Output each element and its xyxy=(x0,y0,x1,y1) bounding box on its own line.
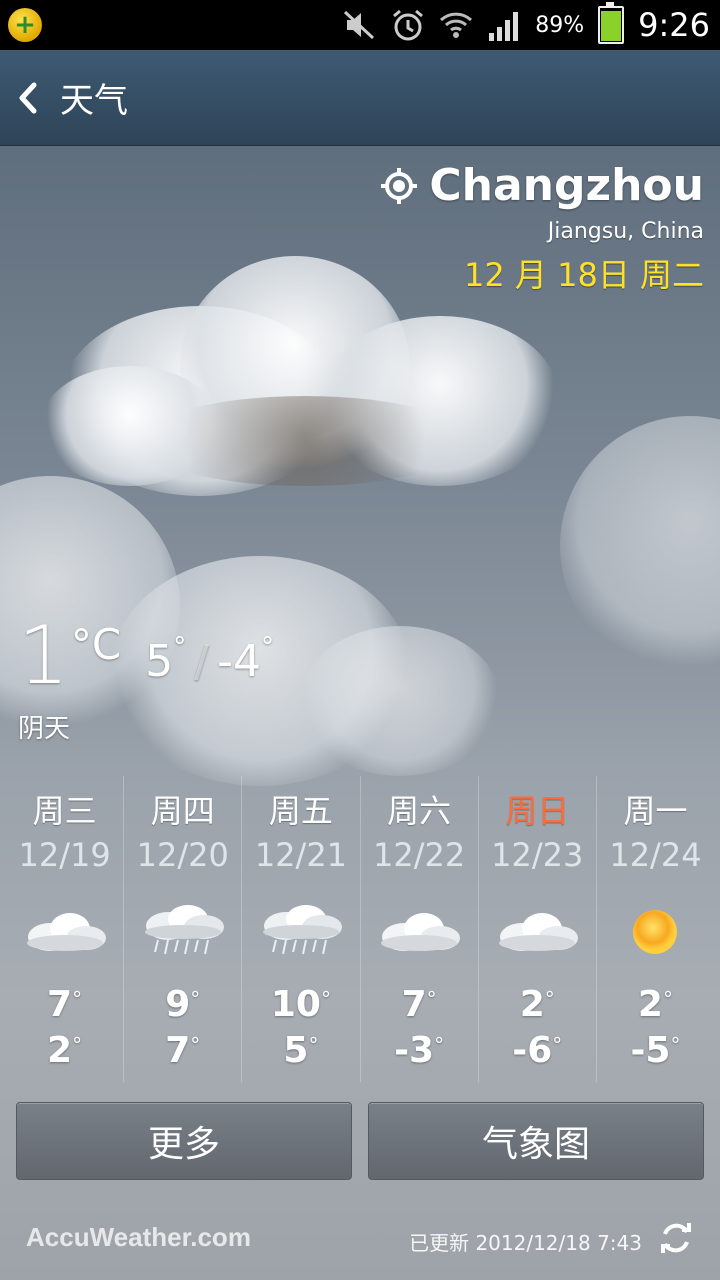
last-updated: 已更新 2012/12/18 7:43 xyxy=(409,1231,642,1255)
today-high: 5 xyxy=(145,636,174,687)
cloudy-icon xyxy=(479,882,596,982)
forecast-date: 12/20 xyxy=(136,836,229,874)
forecast-date: 12/21 xyxy=(254,836,348,874)
status-time: 9:26 xyxy=(638,6,710,44)
current-date: 12 月 18日 周二 xyxy=(464,256,704,294)
region-name: Jiangsu, China xyxy=(547,219,704,244)
forecast-high: 10° xyxy=(270,984,331,1025)
forecast-day[interactable]: 周四 12/20 9° 7° xyxy=(124,776,243,1082)
status-indicators: 89% 9:26 xyxy=(343,0,710,50)
location-block: Changzhou Jiangsu, China 12 月 18日 周二 xyxy=(379,160,704,296)
sun-icon xyxy=(597,882,714,982)
temperature-unit: °C xyxy=(70,620,122,669)
forecast-low: -5° xyxy=(630,1030,681,1071)
title-bar: 天气 xyxy=(0,50,720,146)
weather-condition: 阴天 xyxy=(18,714,71,744)
forecast-low: 7° xyxy=(165,1030,201,1071)
mute-icon xyxy=(344,10,375,40)
today-low: -4 xyxy=(217,636,261,687)
forecast-day[interactable]: 周三 12/19 7° 2° xyxy=(6,776,125,1082)
battery-icon xyxy=(598,2,625,44)
forecast-high: 2° xyxy=(519,984,555,1025)
app-notification-icon: + xyxy=(8,8,42,42)
forecast-day-name: 周三 xyxy=(32,792,97,830)
weather-background: Changzhou Jiangsu, China 12 月 18日 周二 1 °… xyxy=(0,146,720,1280)
city-name: Changzhou xyxy=(429,160,704,211)
weather-chart-button[interactable]: 气象图 xyxy=(368,1102,704,1180)
forecast-high: 7° xyxy=(47,984,83,1025)
back-arrow-icon[interactable] xyxy=(16,78,46,118)
forecast-high: 9° xyxy=(165,984,201,1025)
forecast-low: -6° xyxy=(512,1030,563,1071)
forecast-date: 12/19 xyxy=(18,836,111,874)
forecast-day-name: 周四 xyxy=(150,792,215,830)
current-weather: 1 °C 5 ° / -4 ° 阴天 xyxy=(18,616,274,745)
forecast-day[interactable]: 周日 12/23 2° -6° xyxy=(479,776,597,1082)
cloudy-icon xyxy=(361,882,478,982)
forecast-day-name: 周一 xyxy=(623,792,688,830)
accuweather-logo[interactable]: AccuWeather.com xyxy=(26,1222,251,1253)
rain-icon xyxy=(242,882,359,982)
signal-icon xyxy=(489,12,519,41)
more-button[interactable]: 更多 xyxy=(16,1102,352,1180)
forecast-day[interactable]: 周五 12/21 10° 5° xyxy=(242,776,361,1082)
forecast-day-name: 周六 xyxy=(387,792,452,830)
forecast-day-name: 周日 xyxy=(505,792,570,830)
footer: AccuWeather.com 已更新 2012/12/18 7:43 xyxy=(0,1214,720,1264)
forecast-low: 5° xyxy=(283,1030,319,1071)
forecast-low: -3° xyxy=(394,1030,445,1071)
forecast-low: 2° xyxy=(47,1030,83,1071)
wifi-icon xyxy=(440,12,473,38)
forecast-high: 2° xyxy=(637,984,673,1025)
refresh-icon[interactable] xyxy=(658,1220,694,1256)
forecast-date: 12/24 xyxy=(609,836,702,874)
alarm-icon xyxy=(393,9,424,41)
forecast-date: 12/22 xyxy=(372,836,466,874)
forecast-day-name: 周五 xyxy=(268,792,333,830)
battery-percent: 89% xyxy=(535,12,585,38)
forecast-day[interactable]: 周六 12/22 7° -3° xyxy=(361,776,479,1082)
today-high-low: 5 ° / -4 ° xyxy=(145,632,274,687)
page-title[interactable]: 天气 xyxy=(60,73,128,122)
location-target-icon[interactable] xyxy=(379,166,419,206)
current-temperature: 1 xyxy=(18,609,69,702)
status-bar: + 89% 9:26 xyxy=(0,0,720,50)
forecast-date: 12/23 xyxy=(491,836,584,874)
forecast-row: 周三 12/19 7° 2° 周四 12/20 9° 7° 周五 12/21 10° 5° 周六 12/2… xyxy=(6,776,714,1082)
rain-icon xyxy=(124,882,241,982)
forecast-high: 7° xyxy=(401,984,437,1025)
cloudy-icon xyxy=(6,882,123,982)
forecast-day[interactable]: 周一 12/24 2° -5° xyxy=(597,776,714,1082)
